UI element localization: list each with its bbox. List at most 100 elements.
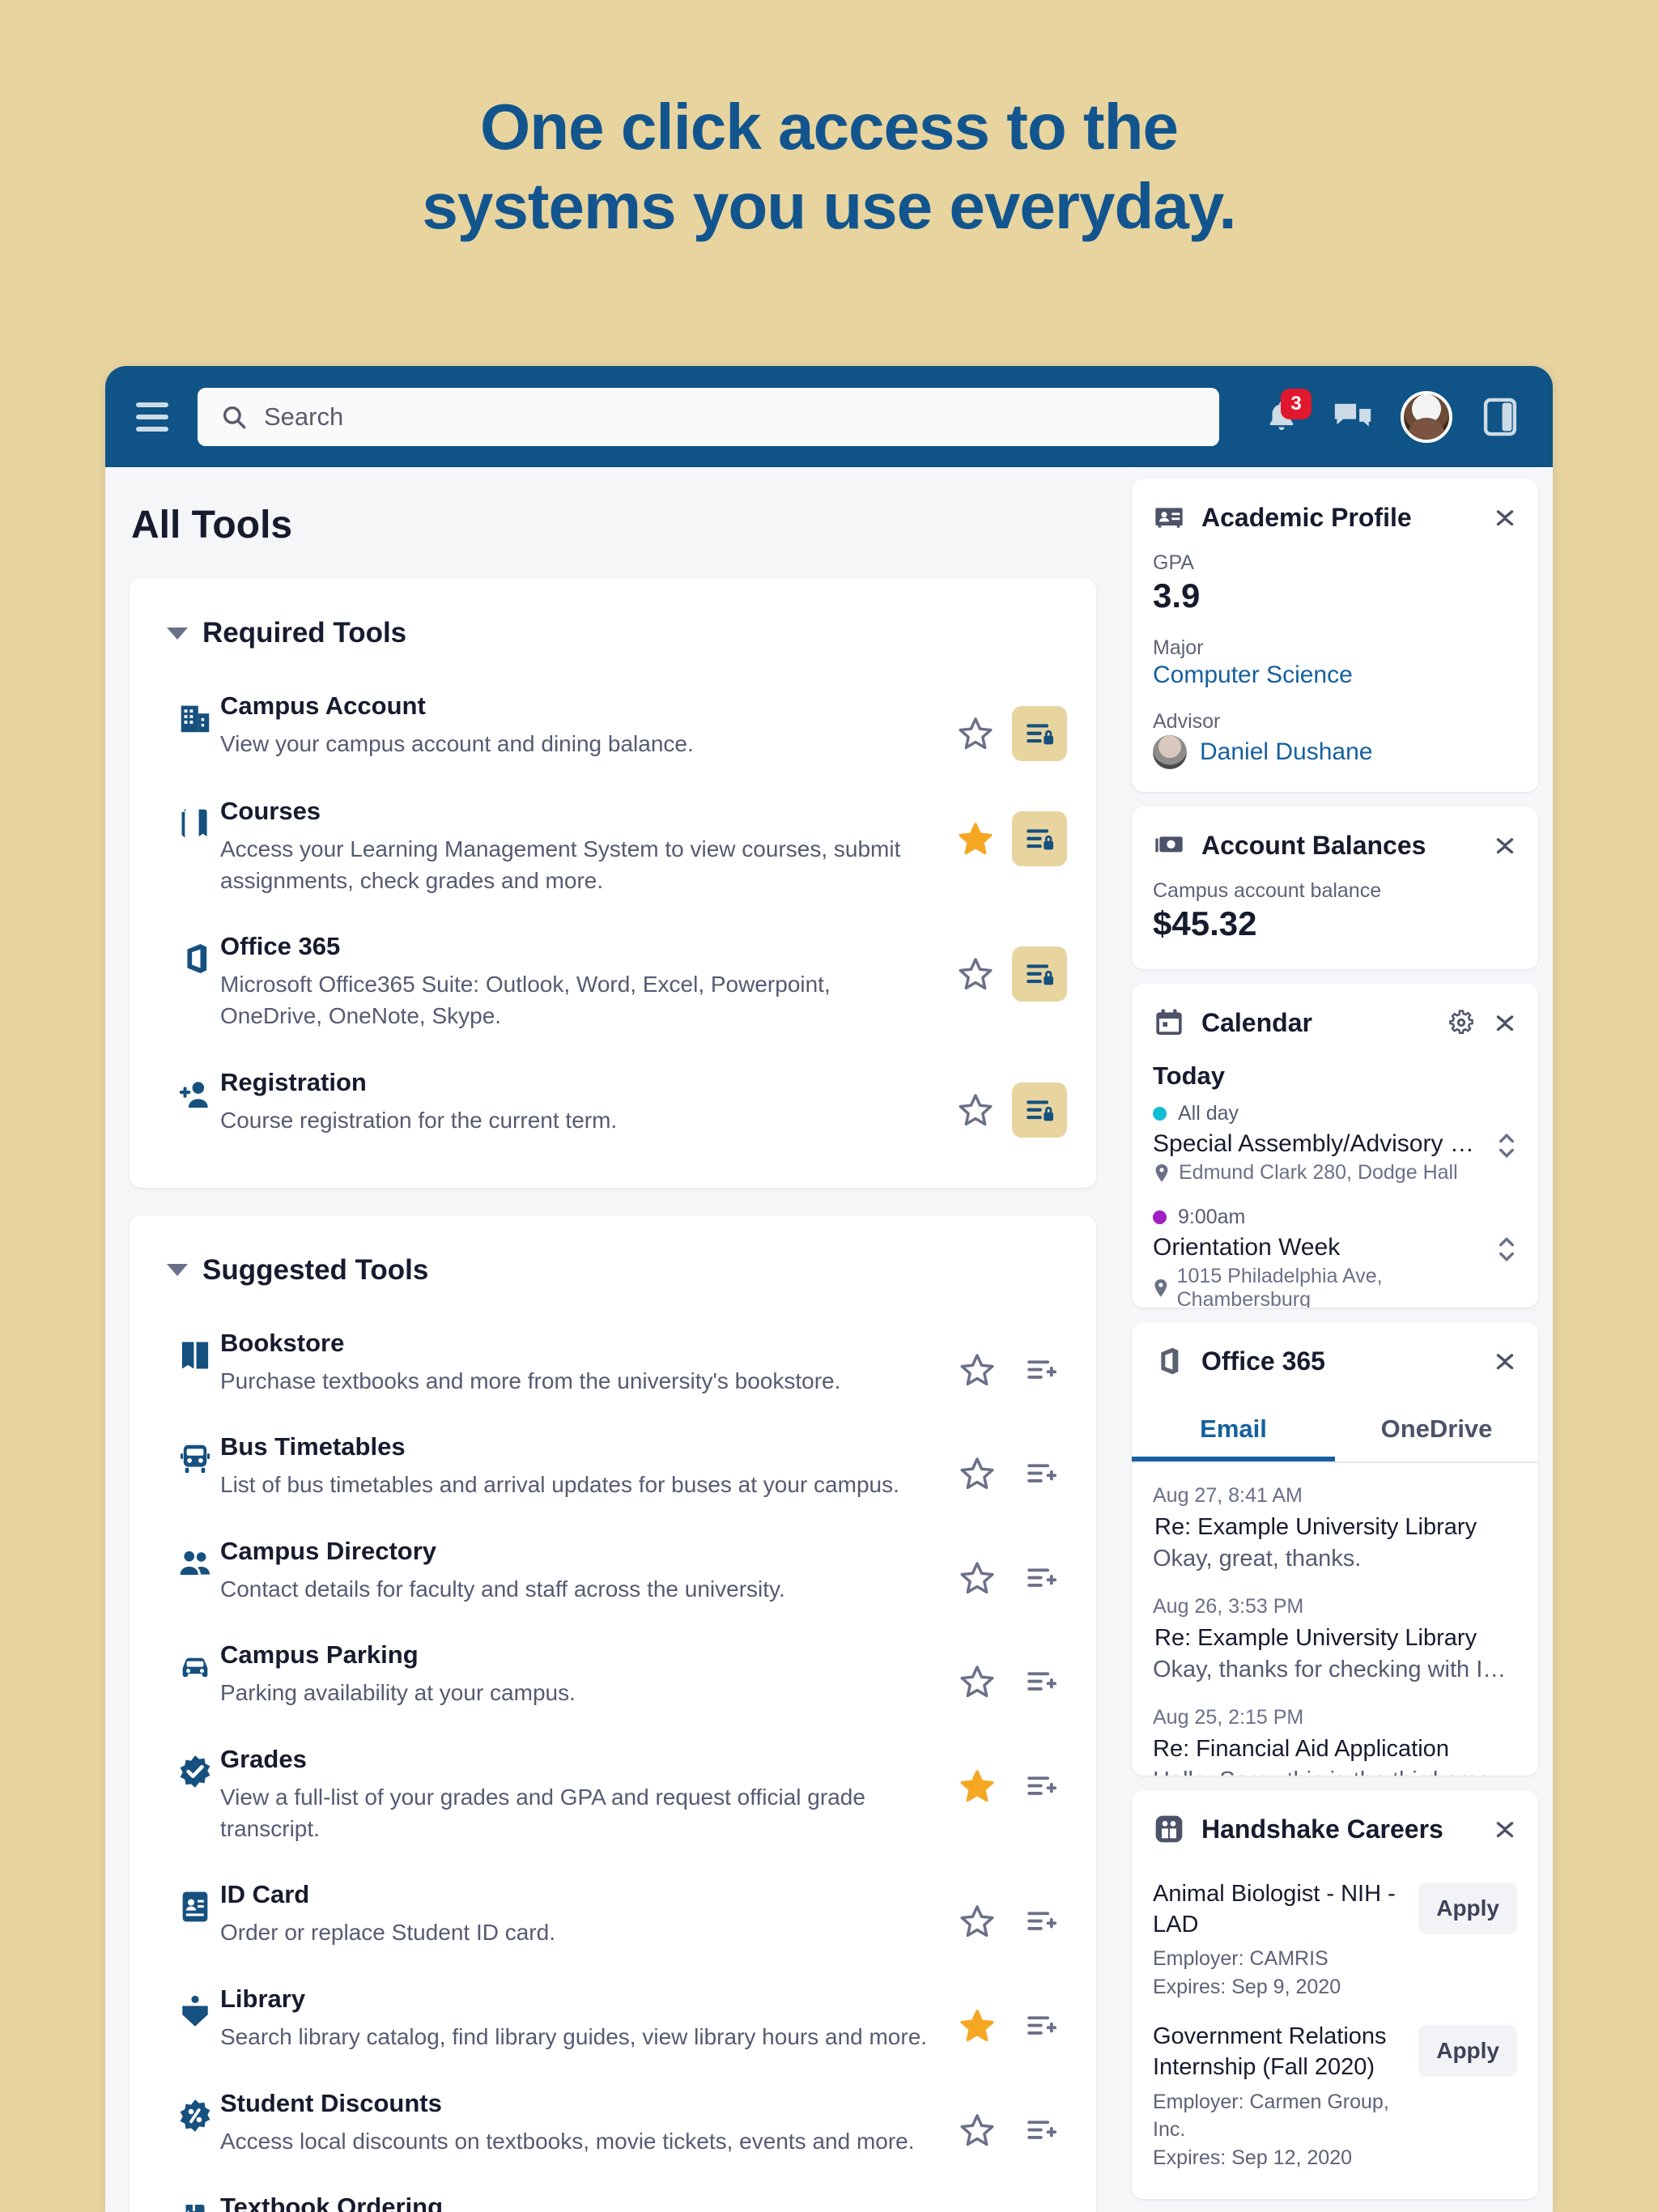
tool-row[interactable]: Bookstore Purchase textbooks and more fro… [159,1311,1067,1415]
tool-text: Student Discounts Access local discounts … [220,2089,959,2158]
favorite-star-icon[interactable] [959,1455,996,1492]
advisor-avatar [1153,735,1187,769]
tool-row[interactable]: Student Discounts Access local discounts … [159,2071,1067,2176]
section-header[interactable]: Required Tools [167,617,1067,649]
tool-name[interactable]: Campus Parking [220,1640,939,1670]
chevron-down-icon[interactable] [167,627,188,640]
tool-row[interactable]: Bus Timetables List of bus timetables and… [159,1414,1067,1519]
id-badge-icon [1155,508,1183,528]
favorite-star-icon[interactable] [959,1663,996,1700]
email-preview: Hello. Sorry, this is the third email. I… [1153,1767,1517,1776]
book-bookmark-icon [170,797,220,842]
email-preview: Okay, thanks for checking with IT. I di… [1153,1657,1517,1682]
hamburger-icon[interactable] [131,396,173,438]
location-pin-icon [1154,1278,1167,1297]
section-header[interactable]: Suggested Tools [167,1254,1067,1287]
tool-name[interactable]: Student Discounts [220,2089,939,2118]
messages-button[interactable] [1329,393,1376,440]
email-item[interactable]: Aug 26, 3:53 PM Re: Example University Li… [1153,1577,1517,1688]
major-value[interactable]: Computer Science [1153,661,1517,689]
list-add-icon-button[interactable] [1014,1343,1067,1397]
favorite-star-icon[interactable] [957,715,994,752]
tool-name[interactable]: ID Card [220,1880,939,1909]
widget-header: Office 365 [1132,1322,1538,1395]
favorite-star-icon[interactable] [957,955,994,993]
list-add-icon-button[interactable] [1014,1895,1067,1948]
tool-row[interactable]: ID Card Order or replace Student ID card. [159,1862,1067,1967]
calendar-event[interactable]: All day Special Assembly/Advisory Sched… E… [1153,1102,1517,1185]
collapse-icon[interactable] [1493,832,1517,859]
tool-row[interactable]: Textbook OrderingRent, buy, or download … [159,2175,1067,2212]
list-add-icon-button[interactable] [1014,1655,1067,1708]
tool-name[interactable]: Library [220,1984,939,2014]
favorite-star-icon[interactable] [957,820,994,857]
list-add-icon-button[interactable] [1014,1759,1067,1813]
tool-row[interactable]: Grades View a full-list of your grades an… [159,1727,1067,1862]
widgets-column: Academic Profile GPA 3.9 Major Computer … [1124,467,1553,2212]
event-color-dot [1153,1107,1167,1121]
tool-name[interactable]: Campus Account [220,691,937,721]
event-color-dot [1153,1210,1167,1224]
collapse-icon[interactable] [1493,504,1517,531]
tool-name[interactable]: Textbook Ordering [220,2193,939,2212]
list-lock-icon-button[interactable] [1012,946,1067,1002]
favorite-star-icon[interactable] [959,1903,996,1940]
tool-description: Microsoft Office365 Suite: Outlook, Word… [220,972,831,1028]
tool-name[interactable]: Grades [220,1745,939,1774]
list-add-icon-button[interactable] [1014,1999,1067,2052]
notifications-button[interactable]: 3 [1258,388,1312,440]
apply-button[interactable]: Apply [1418,2025,1517,2078]
tab-email[interactable]: Email [1132,1400,1335,1461]
tool-row[interactable]: Courses Access your Learning Management S… [159,779,1067,914]
tool-name[interactable]: Campus Directory [220,1537,939,1566]
collapse-icon[interactable] [1493,1347,1517,1375]
collapse-icon[interactable] [1493,1815,1517,1843]
apply-button[interactable]: Apply [1418,1882,1517,1934]
email-item[interactable]: Aug 25, 2:15 PM Re: Financial Aid Applica… [1153,1688,1517,1776]
gear-icon[interactable] [1448,1009,1475,1036]
tool-row[interactable]: Library Search library catalog, find libr… [159,1967,1067,2071]
expand-event-icon[interactable] [1496,1233,1517,1266]
collapse-icon[interactable] [1493,1009,1517,1036]
widget-controls [1493,1347,1517,1375]
list-add-icon-button[interactable] [1014,2104,1067,2157]
tool-row[interactable]: Office 365 Microsoft Office365 Suite: Out… [159,914,1067,1049]
tool-name[interactable]: Courses [220,797,937,826]
tool-row[interactable]: Registration Course registration for the … [159,1050,1067,1155]
favorite-star-icon[interactable] [959,1767,996,1805]
favorite-star-icon[interactable] [959,2007,996,2044]
list-add-icon-button[interactable] [1014,1447,1067,1500]
tool-name[interactable]: Registration [220,1068,937,1097]
job-title[interactable]: Animal Biologist - NIH - LAD [1153,1879,1405,1940]
chevron-down-icon[interactable] [167,1264,188,1276]
tool-name[interactable]: Bookstore [220,1329,939,1358]
expand-event-icon[interactable] [1496,1129,1517,1162]
tool-name[interactable]: Office 365 [220,932,937,961]
tool-row[interactable]: Campus Account View your campus account a… [159,674,1067,779]
tool-name[interactable]: Bus Timetables [220,1432,939,1461]
tool-text: Grades View a full-list of your grades an… [220,1745,959,1844]
list-lock-icon-button[interactable] [1012,706,1067,761]
avatar[interactable] [1401,390,1452,443]
list-add-icon-button[interactable] [1014,1551,1067,1605]
job-title[interactable]: Government Relations Internship (Fall 20… [1153,2022,1405,2082]
favorite-star-icon[interactable] [959,1351,996,1389]
favorite-star-icon[interactable] [959,1559,996,1597]
tool-row[interactable]: Campus Directory Contact details for facu… [159,1519,1067,1623]
favorite-star-icon[interactable] [957,1091,994,1129]
tool-text: Office 365 Microsoft Office365 Suite: Out… [220,932,957,1032]
tool-row[interactable]: Campus Parking Parking availability at yo… [159,1623,1067,1727]
list-lock-icon-button[interactable] [1012,811,1067,866]
panel-toggle-button[interactable] [1477,393,1524,440]
tab-onedrive[interactable]: OneDrive [1335,1400,1538,1461]
favorite-star-icon[interactable] [959,2112,996,2149]
calendar-event[interactable]: 9:00am Orientation Week 1015 Philadelphia … [1153,1206,1517,1308]
tool-description: Order or replace Student ID card. [220,1920,555,1946]
list-lock-icon-button[interactable] [1012,1082,1067,1138]
email-item[interactable]: Aug 27, 8:41 AM Re: Example University Li… [1153,1466,1517,1577]
section-title: Suggested Tools [202,1253,429,1286]
advisor-name[interactable]: Daniel Dushane [1200,738,1372,766]
job-expires: Expires: Sep 12, 2020 [1153,2146,1352,2169]
search-input[interactable]: Search [198,387,1219,446]
list-add-icon-button[interactable] [1014,2207,1067,2212]
